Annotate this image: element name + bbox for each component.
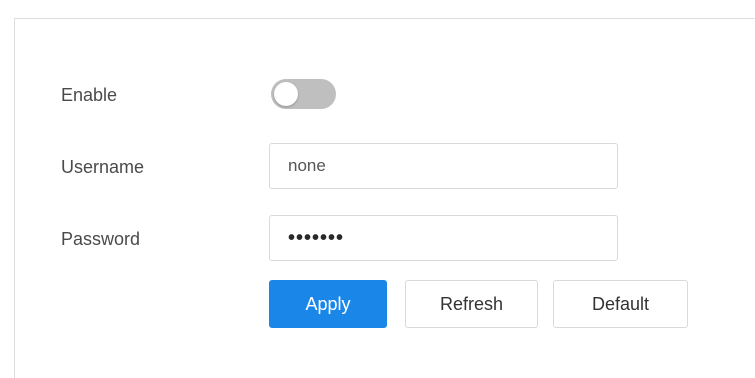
default-button[interactable]: Default [553, 280, 688, 328]
password-label: Password [61, 229, 141, 249]
enable-label: Enable [61, 85, 118, 105]
toggle-knob [274, 82, 298, 106]
username-label: Username [61, 157, 145, 177]
enable-toggle[interactable] [271, 79, 336, 109]
refresh-button[interactable]: Refresh [405, 280, 538, 328]
password-input[interactable]: ••••••• [269, 215, 618, 261]
username-input[interactable]: none [269, 143, 618, 189]
apply-button[interactable]: Apply [269, 280, 387, 328]
